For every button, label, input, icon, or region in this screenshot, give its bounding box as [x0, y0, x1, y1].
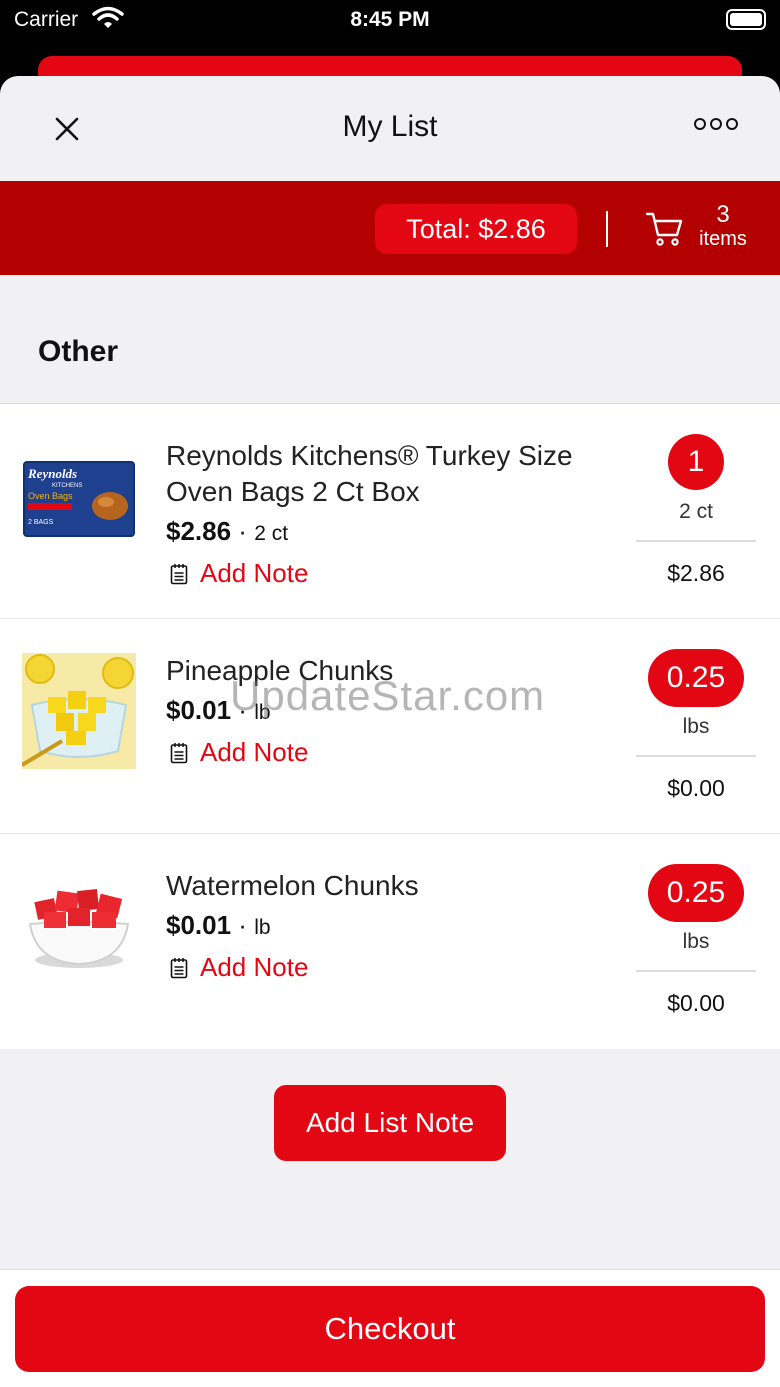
item-unit: lb [254, 701, 271, 724]
item-list: Reynolds KITCHENS Oven Bags 2 BAGS Reyno… [0, 403, 780, 1049]
item-name[interactable]: Watermelon Chunks [166, 868, 606, 904]
status-bar: Carrier 8:45 PM [0, 0, 780, 40]
notepad-icon [170, 742, 188, 763]
line-total: $2.86 [667, 560, 725, 586]
more-options-button[interactable] [694, 118, 738, 130]
battery-icon [726, 9, 766, 30]
item-unit: lb [254, 916, 271, 939]
checkout-button[interactable]: Checkout [15, 1286, 765, 1372]
quantity-unit: 2 ct [679, 500, 713, 523]
pineapple-chunks-image [22, 653, 136, 769]
list-item[interactable]: Watermelon Chunks $0.01 · lb Add Note 0.… [0, 834, 780, 1049]
item-price-line: $0.01 · lb [166, 695, 271, 725]
more-dot-icon [726, 118, 738, 130]
oven-bags-box-image: Reynolds KITCHENS Oven Bags 2 BAGS [23, 461, 135, 537]
nav-bar: My List [0, 76, 780, 181]
section-title: Other [38, 335, 119, 368]
divider [636, 540, 756, 542]
item-name[interactable]: Reynolds Kitchens® Turkey Size Oven Bags… [166, 438, 606, 510]
cart-items-count[interactable]: 3 items [696, 203, 750, 251]
add-note-button[interactable]: Add Note [170, 558, 308, 589]
svg-text:Reynolds: Reynolds [27, 466, 77, 481]
item-price: $0.01 [166, 910, 232, 940]
svg-text:KITCHENS: KITCHENS [52, 483, 82, 489]
divider [606, 211, 608, 247]
quantity-unit: lbs [682, 715, 710, 738]
more-dot-icon [710, 118, 722, 130]
notepad-icon [170, 563, 188, 584]
notepad-icon [170, 957, 188, 978]
page-title: My List [342, 110, 438, 143]
section-header: Other [0, 275, 780, 403]
more-dot-icon [694, 118, 706, 130]
item-name[interactable]: Pineapple Chunks [166, 653, 606, 689]
add-note-label: Add Note [200, 737, 309, 767]
watermelon-chunks-image [28, 889, 130, 968]
quantity-badge[interactable]: 0.25 [648, 864, 744, 922]
quantity-badge[interactable]: 1 [668, 434, 724, 490]
item-price-line: $2.86 · 2 ct [166, 516, 289, 546]
cart-icon[interactable] [645, 211, 683, 247]
list-item[interactable]: Pineapple Chunks $0.01 · lb Add Note 0.2… [0, 619, 780, 834]
line-total: $0.00 [667, 990, 725, 1016]
items-count-number: 3 [716, 201, 730, 228]
add-list-note-button[interactable]: Add List Note [274, 1085, 506, 1161]
footer: Checkout [0, 1269, 780, 1387]
item-price-line: $0.01 · lb [166, 910, 271, 940]
divider [636, 755, 756, 757]
item-price: $0.01 [166, 695, 232, 725]
item-price: $2.86 [166, 516, 232, 546]
svg-text:Oven Bags: Oven Bags [28, 491, 73, 501]
add-note-button[interactable]: Add Note [170, 952, 308, 983]
total-bar: Total: $2.86 3 items [0, 181, 780, 275]
total-badge[interactable]: Total: $2.86 [375, 204, 577, 254]
status-time: 8:45 PM [350, 8, 430, 31]
my-list-sheet: My List Total: $2.86 3 items Other Reyno… [0, 76, 780, 1387]
add-note-label: Add Note [200, 558, 309, 588]
items-count-label: items [699, 228, 747, 250]
quantity-unit: lbs [682, 930, 710, 953]
list-item[interactable]: Reynolds KITCHENS Oven Bags 2 BAGS Reyno… [0, 404, 780, 619]
add-note-label: Add Note [200, 952, 309, 982]
svg-text:2 BAGS: 2 BAGS [28, 519, 54, 526]
divider [636, 970, 756, 972]
add-note-button[interactable]: Add Note [170, 737, 308, 768]
line-total: $0.00 [667, 775, 725, 801]
quantity-badge[interactable]: 0.25 [648, 649, 744, 707]
item-unit: 2 ct [254, 522, 289, 545]
